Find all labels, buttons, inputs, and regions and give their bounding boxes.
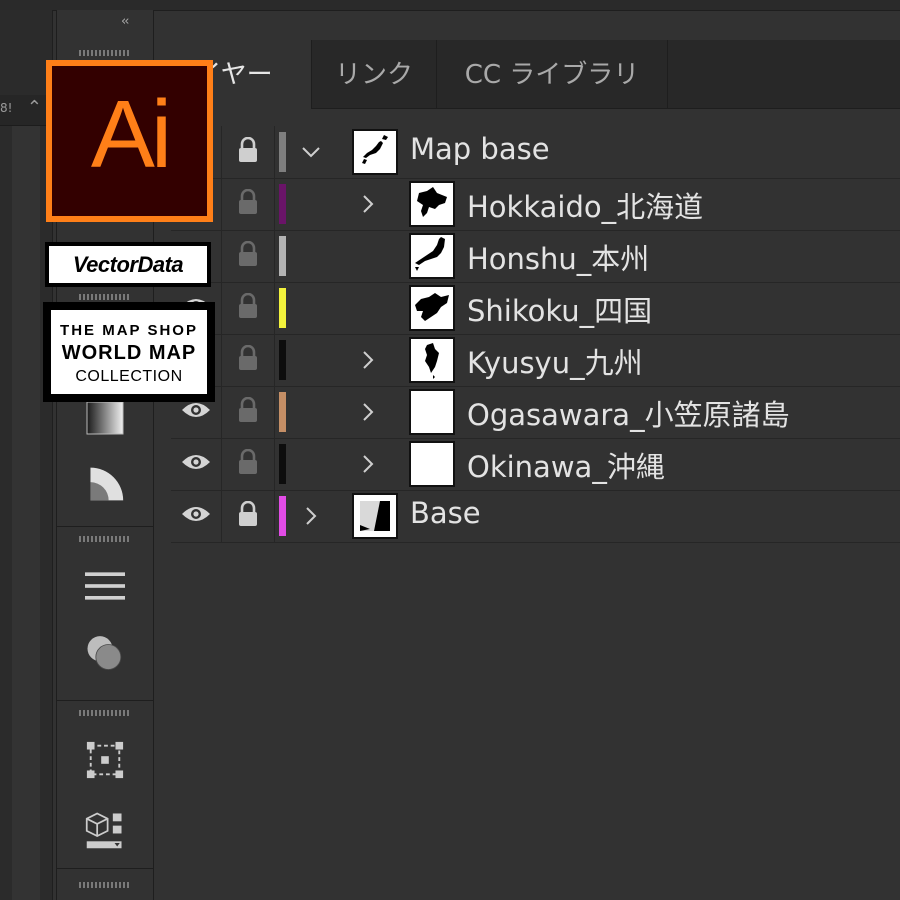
vectordata-badge: VectorData <box>45 242 211 287</box>
layer-thumbnail <box>409 233 455 279</box>
layer-color-swatch <box>279 496 286 536</box>
dock-grip[interactable] <box>79 50 131 56</box>
dock-separator <box>57 868 153 869</box>
lock-toggle[interactable] <box>222 386 275 438</box>
lock-icon <box>237 292 259 323</box>
lock-icon <box>237 500 259 531</box>
tab-links[interactable]: リンク <box>312 40 437 108</box>
dock-grip[interactable] <box>79 882 131 888</box>
chevron-right-icon[interactable] <box>356 346 380 374</box>
tab-cc-libraries[interactable]: CC ライブラリ <box>437 40 668 108</box>
lock-icon <box>237 188 259 219</box>
layer-name[interactable]: Okinawa_沖縄 <box>467 444 665 486</box>
eye-icon <box>181 504 211 528</box>
mapshop-line-2: WORLD MAP <box>61 342 197 364</box>
align-lines-icon[interactable] <box>85 566 125 606</box>
layer-row[interactable]: Kyusyu_九州 <box>171 334 900 387</box>
layer-thumbnail <box>409 389 455 435</box>
layer-name[interactable]: Honshu_本州 <box>467 236 649 278</box>
left-strip-edge-label: 8! <box>0 101 13 115</box>
visibility-toggle[interactable] <box>171 438 222 490</box>
layer-row[interactable]: Base <box>171 490 900 543</box>
layer-row[interactable]: Map base <box>171 126 900 179</box>
3d-cube-icon[interactable] <box>85 810 125 850</box>
lock-toggle[interactable] <box>222 178 275 230</box>
vectordata-text: VectorData <box>49 246 207 283</box>
map-shop-badge: THE MAP SHOP WORLD MAP COLLECTION <box>43 302 215 402</box>
chevron-right-icon[interactable] <box>356 450 380 478</box>
lock-icon <box>237 396 259 427</box>
layer-thumbnail <box>352 493 398 539</box>
illustrator-logo: Ai <box>46 60 213 222</box>
panel-tab-bar: イヤー リンク CC ライブラリ <box>157 40 900 109</box>
pie-graph-icon[interactable] <box>85 464 125 504</box>
layer-name[interactable]: Shikoku_四国 <box>467 288 652 330</box>
layer-color-swatch <box>279 288 286 328</box>
logo-text: Ai <box>90 81 172 188</box>
dock-grip[interactable] <box>79 710 131 716</box>
chevron-right-icon[interactable] <box>356 190 380 218</box>
layer-thumbnail <box>352 129 398 175</box>
layers-panel: イヤー リンク CC ライブラリ Map base Hokkaido_北海道 Hon… <box>157 40 900 900</box>
layer-color-swatch <box>279 132 286 172</box>
lock-toggle[interactable] <box>222 126 275 178</box>
mapshop-line-1: THE MAP SHOP <box>60 322 198 339</box>
layer-row[interactable]: Shikoku_四国 <box>171 282 900 335</box>
mapshop-line-3: COLLECTION <box>75 368 183 385</box>
visibility-toggle[interactable] <box>171 490 222 542</box>
lock-icon <box>237 240 259 271</box>
layer-name[interactable]: Hokkaido_北海道 <box>467 184 703 226</box>
gradient-icon[interactable] <box>85 398 125 438</box>
lock-icon <box>237 136 259 167</box>
chevron-up-icon[interactable]: ⌃ <box>27 97 42 118</box>
layer-color-swatch <box>279 340 286 380</box>
lock-toggle[interactable] <box>222 334 275 386</box>
lock-toggle[interactable] <box>222 490 275 542</box>
dock-grip[interactable] <box>79 294 131 300</box>
layer-color-swatch <box>279 444 286 484</box>
layer-name[interactable]: Kyusyu_九州 <box>467 340 643 382</box>
layer-thumbnail <box>409 441 455 487</box>
lock-toggle[interactable] <box>222 230 275 282</box>
chevron-right-icon[interactable] <box>356 398 380 426</box>
lock-icon <box>237 448 259 479</box>
layer-name[interactable]: Base <box>410 496 481 530</box>
layer-color-swatch <box>279 236 286 276</box>
dock-grip[interactable] <box>79 536 131 542</box>
layer-row[interactable]: Okinawa_沖縄 <box>171 438 900 491</box>
pathfinder-circles-icon[interactable] <box>85 632 125 672</box>
chevron-down-icon[interactable] <box>299 138 323 166</box>
layer-thumbnail <box>409 285 455 331</box>
chevron-right-icon[interactable] <box>299 502 323 530</box>
layer-thumbnail <box>409 181 455 227</box>
dock-separator <box>57 526 153 527</box>
layer-name[interactable]: Ogasawara_小笠原諸島 <box>467 392 790 434</box>
lock-toggle[interactable] <box>222 438 275 490</box>
eye-icon <box>181 452 211 476</box>
layer-color-swatch <box>279 184 286 224</box>
left-strip-header: 8! ⌃ <box>0 95 52 126</box>
layer-thumbnail <box>409 337 455 383</box>
eye-icon <box>181 400 211 424</box>
dock-separator <box>57 700 153 701</box>
lock-icon <box>237 344 259 375</box>
layer-row[interactable]: Hokkaido_北海道 <box>171 178 900 231</box>
layer-name[interactable]: Map base <box>410 132 550 166</box>
left-strip-scroll-area[interactable] <box>12 126 40 900</box>
lock-toggle[interactable] <box>222 282 275 334</box>
layer-color-swatch <box>279 392 286 432</box>
layer-row[interactable]: Honshu_本州 <box>171 230 900 283</box>
layer-row[interactable]: Ogasawara_小笠原諸島 <box>171 386 900 439</box>
double-chevron-left-icon[interactable]: ‹‹ <box>121 14 130 29</box>
transform-box-icon[interactable] <box>85 740 125 780</box>
